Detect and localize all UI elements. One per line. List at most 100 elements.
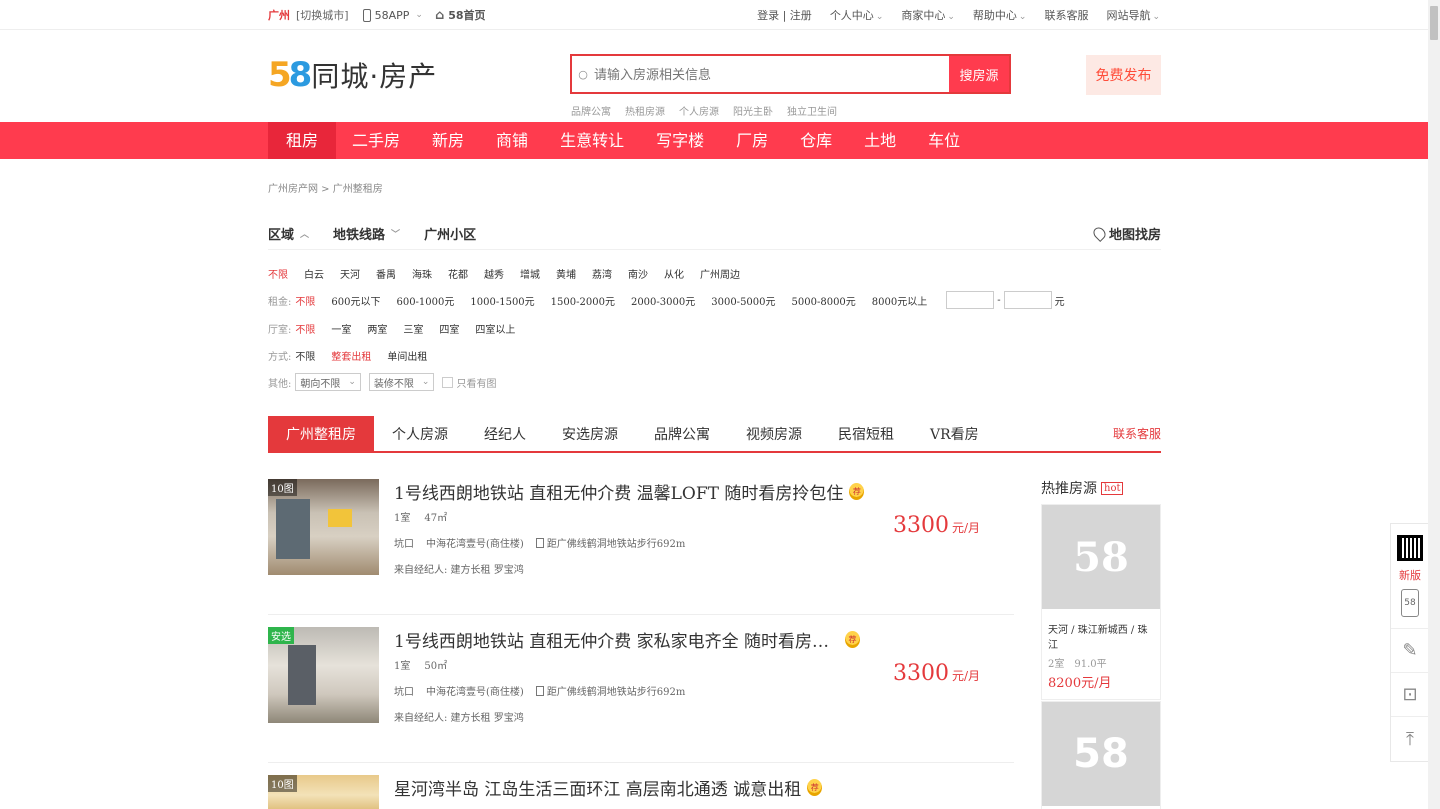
mode-option[interactable]: 单间出租 <box>387 348 427 363</box>
area-option[interactable]: 越秀 <box>484 266 504 281</box>
tab-short-stay[interactable]: 民宿短租 <box>820 416 912 451</box>
decoration-select[interactable]: 装修不限 ⌄ <box>368 373 435 391</box>
nav-item-new-house[interactable]: 新房 <box>416 122 480 159</box>
area-option[interactable]: 增城 <box>520 266 540 281</box>
area-option[interactable]: 荔湾 <box>592 266 612 281</box>
rooms-option[interactable]: 四室以上 <box>475 321 515 336</box>
area-option[interactable]: 天河 <box>340 266 360 281</box>
list-item[interactable]: 10图 星河湾半岛 江岛生活三面环江 高层南北通透 诚意出租荐 <box>268 763 1014 809</box>
merchant-center-link[interactable]: 商家中心 ⌄ <box>901 7 955 23</box>
area-option[interactable]: 白云 <box>304 266 324 281</box>
nav-item-business-transfer[interactable]: 生意转让 <box>544 122 640 159</box>
switch-city-link[interactable]: [切换城市] <box>296 7 349 23</box>
tab-vr[interactable]: VR看房 <box>912 416 997 451</box>
community-link[interactable]: 中海花湾壹号(商住楼) <box>426 683 524 698</box>
other-filter-row: 其他: 朝向不限 ⌄ 装修不限 ⌄ 只看有图 <box>268 373 496 391</box>
listing-title[interactable]: 1号线西朗地铁站 直租无仲介费 温馨LOFT 随时看房拎包住荐 <box>394 479 865 504</box>
orientation-select[interactable]: 朝向不限 ⌄ <box>295 373 361 391</box>
district-link[interactable]: 坑口 <box>394 535 414 550</box>
metro-filter-tab[interactable]: 地铁线路 ﹀ <box>333 224 400 243</box>
nav-item-second-hand[interactable]: 二手房 <box>336 122 416 159</box>
search-input[interactable] <box>594 56 949 92</box>
feedback-button[interactable]: ✎ <box>1391 629 1429 673</box>
contact-service-link[interactable]: 联系客服 <box>1113 416 1161 451</box>
hot-word-link[interactable]: 热租房源 <box>625 103 665 118</box>
tab-video[interactable]: 视频房源 <box>728 416 820 451</box>
mode-option[interactable]: 不限 <box>295 348 315 363</box>
rooms-option[interactable]: 不限 <box>295 321 315 336</box>
home-link[interactable]: ⌂ 58首页 <box>435 7 486 23</box>
hot-card[interactable]: 58 天河 / 珠江新城西 / 珠江 2室 91.0平 8200元/月 <box>1041 504 1161 700</box>
region-filter-tab[interactable]: 区域 ︿ <box>268 224 309 243</box>
contact-service-link[interactable]: 联系客服 <box>1044 7 1088 23</box>
help-center-link[interactable]: 帮助中心 ⌄ <box>973 7 1027 23</box>
rent-option[interactable]: 1000-1500元 <box>470 293 534 308</box>
rent-option[interactable]: 8000元以上 <box>872 293 927 308</box>
list-item[interactable]: 10图 1号线西朗地铁站 直租无仲介费 温馨LOFT 随时看房拎包住荐 1室 47… <box>268 467 1014 615</box>
free-publish-button[interactable]: 免费发布 <box>1086 55 1161 95</box>
min-price-input[interactable] <box>946 291 995 309</box>
customer-service-button[interactable]: ⊡ <box>1391 673 1429 717</box>
tab-agent[interactable]: 经纪人 <box>466 416 544 451</box>
area-option[interactable]: 黄埔 <box>556 266 576 281</box>
search-button[interactable]: 搜房源 <box>949 56 1009 92</box>
nav-item-factory[interactable]: 厂房 <box>720 122 784 159</box>
tab-whole-rent[interactable]: 广州整租房 <box>268 416 374 451</box>
login-register-link[interactable]: 登录 | 注册 <box>757 7 812 23</box>
area-option[interactable]: 花都 <box>448 266 468 281</box>
personal-center-link[interactable]: 个人中心 ⌄ <box>830 7 884 23</box>
rent-option[interactable]: 3000-5000元 <box>711 293 775 308</box>
back-to-top-button[interactable]: ⤒ <box>1391 717 1429 761</box>
scrollbar-thumb[interactable] <box>1430 6 1438 40</box>
site-logo[interactable]: 58 同城·房产 <box>268 55 437 95</box>
app-download[interactable]: 新版 58 <box>1391 524 1429 629</box>
with-image-checkbox[interactable]: 只看有图 <box>442 375 496 390</box>
hot-card[interactable]: 58 <box>1041 701 1161 809</box>
list-item[interactable]: 安选 1号线西朗地铁站 直租无仲介费 家私家电齐全 随时看房… 荐 1室 50㎡ 坑… <box>268 615 1014 763</box>
rent-option[interactable]: 不限 <box>295 293 315 308</box>
hot-word-link[interactable]: 品牌公寓 <box>571 103 611 118</box>
rent-option[interactable]: 5000-8000元 <box>792 293 856 308</box>
nav-item-rent[interactable]: 租房 <box>268 122 337 159</box>
tab-personal[interactable]: 个人房源 <box>374 416 466 451</box>
site-nav-link[interactable]: 网站导航 ⌄ <box>1106 7 1160 23</box>
mode-option[interactable]: 整套出租 <box>331 348 371 363</box>
hot-word-link[interactable]: 独立卫生间 <box>787 103 837 118</box>
breadcrumb[interactable]: 广州房产网 > 广州整租房 <box>268 180 383 195</box>
scrollbar[interactable] <box>1428 0 1440 809</box>
rent-option[interactable]: 600-1000元 <box>396 293 454 308</box>
area-option[interactable]: 广州周边 <box>700 266 740 281</box>
tab-brand-apartment[interactable]: 品牌公寓 <box>636 416 728 451</box>
nav-item-warehouse[interactable]: 仓库 <box>784 122 848 159</box>
map-search-link[interactable]: 地图找房 <box>1090 224 1161 243</box>
rooms-option[interactable]: 三室 <box>403 321 423 336</box>
max-price-input[interactable] <box>1003 291 1052 309</box>
hot-word-link[interactable]: 阳光主卧 <box>733 103 773 118</box>
listing-title[interactable]: 星河湾半岛 江岛生活三面环江 高层南北通透 诚意出租荐 <box>394 775 823 800</box>
listing-photo[interactable]: 10图 <box>268 775 379 809</box>
listing-photo[interactable]: 安选 <box>268 627 379 723</box>
listing-photo[interactable]: 10图 <box>268 479 379 575</box>
listing-title[interactable]: 1号线西朗地铁站 直租无仲介费 家私家电齐全 随时看房… 荐 <box>394 627 861 652</box>
rooms-option[interactable]: 四室 <box>439 321 459 336</box>
area-option[interactable]: 不限 <box>268 266 288 281</box>
community-filter-tab[interactable]: 广州小区 <box>424 224 476 243</box>
area-option[interactable]: 南沙 <box>628 266 648 281</box>
rooms-option[interactable]: 两室 <box>367 321 387 336</box>
hot-word-link[interactable]: 个人房源 <box>679 103 719 118</box>
rooms-option[interactable]: 一室 <box>331 321 351 336</box>
nav-item-land[interactable]: 土地 <box>848 122 912 159</box>
nav-item-parking[interactable]: 车位 <box>912 122 976 159</box>
area-option[interactable]: 番禺 <box>376 266 396 281</box>
area-option[interactable]: 海珠 <box>412 266 432 281</box>
nav-item-shops[interactable]: 商铺 <box>480 122 544 159</box>
rent-option[interactable]: 2000-3000元 <box>631 293 695 308</box>
community-link[interactable]: 中海花湾壹号(商住楼) <box>426 535 524 550</box>
rent-option[interactable]: 1500-2000元 <box>551 293 615 308</box>
app-link[interactable]: 58APP ⌄ <box>362 8 423 22</box>
tab-verified[interactable]: 安选房源 <box>544 416 636 451</box>
nav-item-office[interactable]: 写字楼 <box>640 122 720 159</box>
area-option[interactable]: 从化 <box>664 266 684 281</box>
district-link[interactable]: 坑口 <box>394 683 414 698</box>
rent-option[interactable]: 600元以下 <box>331 293 380 308</box>
